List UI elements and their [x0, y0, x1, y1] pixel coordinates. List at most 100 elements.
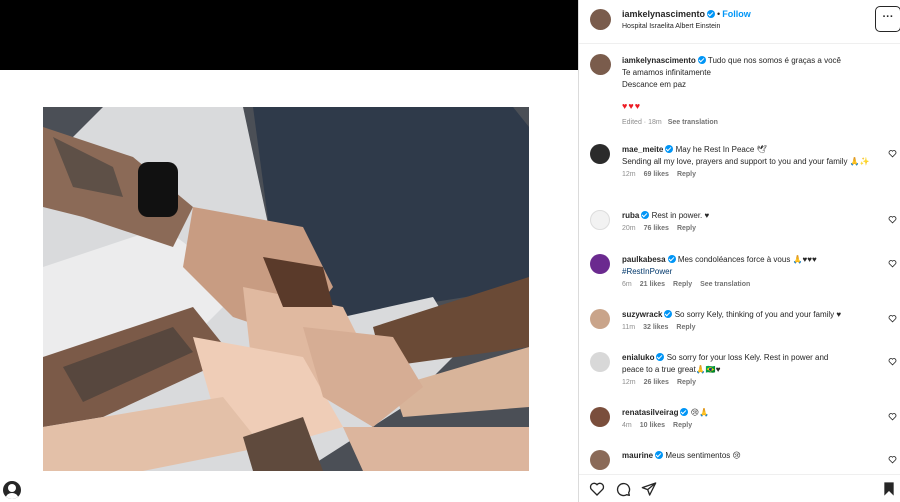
comment-like-heart-icon[interactable]	[888, 455, 897, 464]
verified-badge-icon	[641, 211, 650, 219]
verified-badge-icon	[697, 56, 706, 64]
share-icon[interactable]	[641, 481, 657, 497]
comment-text: May he Rest In Peace 🕊	[675, 145, 767, 154]
post-photo[interactable]	[43, 107, 529, 471]
comment-body: mae_meite May he Rest In Peace 🕊 Sending…	[622, 144, 887, 180]
author-line: iamkelynascimento • Follow	[622, 9, 751, 19]
comment-meta: 6m 21 likes Reply See translation	[622, 280, 887, 290]
author-avatar[interactable]	[590, 9, 611, 30]
comment-text-extra: peace to a true great🙏🇧🇷♥	[622, 365, 721, 374]
comment-like-heart-icon[interactable]	[888, 314, 897, 323]
comment-avatar[interactable]	[590, 309, 610, 329]
comment-text: Meus sentimentos 😢	[665, 451, 741, 460]
comment-time: 20m	[622, 225, 636, 232]
comment-like-heart-icon[interactable]	[888, 412, 897, 421]
comment-like-heart-icon[interactable]	[888, 259, 897, 268]
media-top-black-area	[0, 0, 578, 70]
viewer-profile-avatar[interactable]	[3, 481, 21, 499]
verified-badge-icon	[664, 310, 673, 318]
comment-time: 4m	[622, 422, 632, 429]
reply-button[interactable]: Reply	[677, 379, 696, 386]
comment-text: 😢🙏	[690, 408, 710, 417]
comment-time: 12m	[622, 379, 636, 386]
comment-meta: 4m 10 likes Reply	[622, 421, 887, 431]
post-location[interactable]: Hospital Israelita Albert Einstein	[622, 23, 720, 30]
comment-body: paulkabesa Mes condoléances force à vous…	[622, 254, 887, 290]
comment-likes[interactable]: 10 likes	[640, 422, 665, 429]
photo-hands-illustration	[43, 107, 529, 471]
comment-text-extra: Sending all my love, prayers and support…	[622, 157, 870, 166]
reply-button[interactable]: Reply	[677, 171, 696, 178]
save-bookmark-icon[interactable]	[881, 481, 897, 497]
comment-text: Rest in power. ♥	[651, 211, 710, 220]
comment-username[interactable]: paulkabesa	[622, 255, 666, 264]
comment-text: Mes condoléances force à vous 🙏♥♥♥	[677, 255, 817, 264]
verified-badge-icon	[667, 255, 676, 263]
comment-likes[interactable]: 32 likes	[643, 324, 668, 331]
see-translation-link[interactable]: See translation	[700, 281, 750, 288]
caption-hearts: ♥♥♥	[622, 101, 642, 111]
like-heart-icon[interactable]	[589, 481, 605, 497]
follow-button[interactable]: Follow	[722, 9, 751, 19]
caption-username[interactable]: iamkelynascimento	[622, 56, 696, 65]
see-translation-link[interactable]: See translation	[668, 119, 718, 126]
comment-like-heart-icon[interactable]	[888, 149, 897, 158]
reply-button[interactable]: Reply	[673, 281, 692, 288]
comment-meta: 12m 26 likes Reply	[622, 378, 887, 388]
comment-body: suzywrack So sorry Kely, thinking of you…	[622, 309, 887, 333]
comment-avatar[interactable]	[590, 144, 610, 164]
comment-username[interactable]: maurine	[622, 451, 653, 460]
comment-username[interactable]: renatasilveirag	[622, 408, 678, 417]
comment-likes[interactable]: 69 likes	[644, 171, 669, 178]
comment-username[interactable]: ruba	[622, 211, 639, 220]
caption-meta: Edited · 18m See translation	[622, 119, 718, 126]
caption-line-1: Tudo que nos somos é graças a você	[707, 56, 842, 65]
comment-meta: 20m 76 likes Reply	[622, 224, 887, 234]
post-header: iamkelynascimento • Follow Hospital Israel…	[579, 0, 900, 44]
separator-dot: •	[717, 9, 721, 19]
more-options-icon[interactable]: ···	[875, 6, 900, 32]
comment-avatar[interactable]	[590, 254, 610, 274]
comment-username[interactable]: mae_meite	[622, 145, 663, 154]
comment-username[interactable]: enialuko	[622, 353, 654, 362]
comment-time: 12m	[622, 171, 636, 178]
caption-edited-time: Edited · 18m	[622, 119, 662, 126]
reply-button[interactable]: Reply	[676, 324, 695, 331]
comment-avatar[interactable]	[590, 450, 610, 470]
verified-badge-icon	[680, 408, 689, 416]
comment-hashtag[interactable]: #RestInPower	[622, 267, 672, 276]
caption-text: iamkelynascimento Tudo que nos somos é g…	[622, 55, 882, 91]
post-action-bar	[579, 474, 900, 502]
comment-body: renatasilveirag 😢🙏 4m 10 likes Reply	[622, 407, 887, 431]
verified-badge-icon	[656, 353, 665, 361]
comment-like-heart-icon[interactable]	[888, 215, 897, 224]
caption-line-2: Te amamos infinitamente	[622, 68, 711, 77]
caption-author-avatar[interactable]	[590, 54, 611, 75]
comment-body: enialuko So sorry for your loss Kely. Re…	[622, 352, 887, 388]
comment-body: maurine Meus sentimentos 😢	[622, 450, 887, 462]
post-sidebar: iamkelynascimento • Follow Hospital Israel…	[578, 0, 900, 502]
verified-badge-icon	[655, 451, 664, 459]
comment-avatar[interactable]	[590, 210, 610, 230]
comment-text: So sorry Kely, thinking of you and your …	[674, 310, 842, 319]
verified-badge-icon	[707, 10, 716, 18]
comment-body: ruba Rest in power. ♥ 20m 76 likes Reply	[622, 210, 887, 234]
comment-text: So sorry for your loss Kely. Rest in pow…	[666, 353, 829, 362]
comment-time: 11m	[622, 324, 636, 331]
comment-likes[interactable]: 76 likes	[644, 225, 669, 232]
comment-username[interactable]: suzywrack	[622, 310, 662, 319]
reply-button[interactable]: Reply	[673, 422, 692, 429]
author-username[interactable]: iamkelynascimento	[622, 9, 705, 19]
comment-meta: 11m 32 likes Reply	[622, 323, 887, 333]
comment-like-heart-icon[interactable]	[888, 357, 897, 366]
comment-meta: 12m 69 likes Reply	[622, 170, 887, 180]
verified-badge-icon	[665, 145, 674, 153]
comment-likes[interactable]: 21 likes	[640, 281, 665, 288]
comment-avatar[interactable]	[590, 352, 610, 372]
comment-icon[interactable]	[615, 481, 631, 497]
comment-avatar[interactable]	[590, 407, 610, 427]
comment-likes[interactable]: 26 likes	[644, 379, 669, 386]
caption-line-3: Descance em paz	[622, 80, 687, 89]
reply-button[interactable]: Reply	[677, 225, 696, 232]
media-pane	[0, 0, 578, 502]
